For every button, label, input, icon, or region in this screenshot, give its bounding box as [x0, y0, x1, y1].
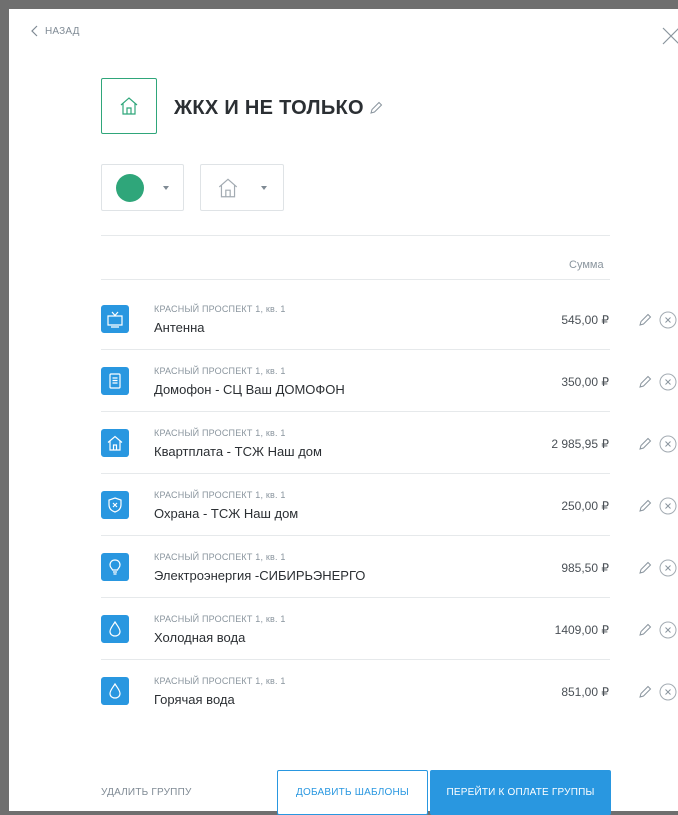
payment-icon-tile	[101, 553, 129, 581]
intercom-icon	[109, 373, 121, 389]
payment-address: КРАСНЫЙ ПРОСПЕКТ 1, кв. 1	[154, 676, 286, 686]
payment-icon-tile	[101, 615, 129, 643]
pencil-icon[interactable]	[638, 375, 652, 389]
pay-group-button[interactable]: ПЕРЕЙТИ К ОПЛАТЕ ГРУППЫ	[430, 770, 611, 815]
payment-name: Холодная вода	[154, 630, 246, 645]
chevron-left-icon	[31, 25, 38, 37]
bulb-icon	[109, 559, 121, 575]
pencil-icon[interactable]	[638, 499, 652, 513]
remove-circle-icon[interactable]	[659, 373, 677, 391]
payment-row[interactable]: КРАСНЫЙ ПРОСПЕКТ 1, кв. 1 Электроэнергия …	[101, 536, 678, 598]
payment-amount: 985,50 ₽	[561, 561, 609, 575]
payment-address: КРАСНЫЙ ПРОСПЕКТ 1, кв. 1	[154, 304, 286, 314]
caret-down-icon	[163, 186, 169, 190]
sum-column-header: Сумма	[569, 259, 604, 271]
house-icon	[120, 97, 138, 115]
pencil-icon[interactable]	[638, 313, 652, 327]
payment-icon-tile	[101, 491, 129, 519]
add-templates-button[interactable]: ДОБАВИТЬ ШАБЛОНЫ	[277, 770, 428, 815]
remove-circle-icon[interactable]	[659, 559, 677, 577]
remove-circle-icon[interactable]	[659, 683, 677, 701]
icon-select[interactable]	[200, 164, 284, 211]
payment-row[interactable]: КРАСНЫЙ ПРОСПЕКТ 1, кв. 1 Квартплата - ТС…	[101, 412, 678, 474]
pencil-icon[interactable]	[638, 623, 652, 637]
tv-icon	[107, 311, 123, 328]
payment-name: Электроэнергия -СИБИРЬЭНЕРГО	[154, 568, 366, 583]
back-label: НАЗАД	[45, 25, 80, 37]
caret-down-icon	[261, 186, 267, 190]
remove-circle-icon[interactable]	[659, 621, 677, 639]
remove-circle-icon[interactable]	[659, 435, 677, 453]
payment-name: Охрана - ТСЖ Наш дом	[154, 506, 299, 521]
remove-circle-icon[interactable]	[659, 497, 677, 515]
color-swatch	[116, 173, 144, 202]
payment-address: КРАСНЫЙ ПРОСПЕКТ 1, кв. 1	[154, 428, 286, 438]
payment-amount: 1409,00 ₽	[554, 623, 609, 637]
close-icon[interactable]	[661, 26, 678, 46]
water-drop-icon	[109, 682, 121, 699]
payment-amount: 545,00 ₽	[561, 313, 609, 327]
pencil-icon[interactable]	[638, 685, 652, 699]
back-link[interactable]: НАЗАД	[31, 25, 80, 37]
payment-name: Горячая вода	[154, 692, 235, 707]
pencil-icon[interactable]	[638, 561, 652, 575]
group-title: ЖКХ И НЕ ТОЛЬКО	[174, 97, 364, 119]
payment-row[interactable]: КРАСНЫЙ ПРОСПЕКТ 1, кв. 1 Холодная вода 14…	[101, 598, 678, 660]
delete-group-link[interactable]: УДАЛИТЬ ГРУППУ	[101, 787, 192, 798]
payment-icon-tile	[101, 677, 129, 705]
payment-row[interactable]: КРАСНЫЙ ПРОСПЕКТ 1, кв. 1 Охрана - ТСЖ На…	[101, 474, 678, 536]
payment-icon-tile	[101, 305, 129, 333]
house-icon	[218, 177, 238, 197]
payment-icon-tile	[101, 429, 129, 457]
payment-amount: 2 985,95 ₽	[551, 437, 609, 451]
payment-address: КРАСНЫЙ ПРОСПЕКТ 1, кв. 1	[154, 614, 286, 624]
pencil-icon[interactable]	[369, 101, 383, 115]
water-drop-icon	[109, 620, 121, 637]
color-select[interactable]	[101, 164, 184, 211]
payment-name: Квартплата - ТСЖ Наш дом	[154, 444, 322, 459]
payment-row[interactable]: КРАСНЫЙ ПРОСПЕКТ 1, кв. 1 Горячая вода 851…	[101, 660, 678, 722]
payment-icon-tile	[101, 367, 129, 395]
payment-amount: 250,00 ₽	[561, 499, 609, 513]
payment-address: КРАСНЫЙ ПРОСПЕКТ 1, кв. 1	[154, 366, 286, 376]
house-icon	[107, 435, 123, 451]
divider	[101, 279, 610, 280]
payment-address: КРАСНЫЙ ПРОСПЕКТ 1, кв. 1	[154, 490, 286, 500]
payment-amount: 851,00 ₽	[561, 685, 609, 699]
shield-icon	[108, 497, 122, 513]
payment-name: Домофон - СЦ Ваш ДОМОФОН	[154, 382, 345, 397]
pencil-icon[interactable]	[638, 437, 652, 451]
payment-row[interactable]: КРАСНЫЙ ПРОСПЕКТ 1, кв. 1 Антенна 545,00 ₽	[101, 288, 678, 350]
payment-row[interactable]: КРАСНЫЙ ПРОСПЕКТ 1, кв. 1 Домофон - СЦ Ва…	[101, 350, 678, 412]
payment-amount: 350,00 ₽	[561, 375, 609, 389]
group-edit-panel: НАЗАД ЖКХ И НЕ ТОЛЬКО Сумма КРАСНЫЙ ПРОС…	[9, 9, 678, 815]
payment-name: Антенна	[154, 320, 205, 335]
group-icon-preview	[101, 78, 157, 134]
divider	[101, 235, 610, 236]
remove-circle-icon[interactable]	[659, 311, 677, 329]
payment-address: КРАСНЫЙ ПРОСПЕКТ 1, кв. 1	[154, 552, 286, 562]
